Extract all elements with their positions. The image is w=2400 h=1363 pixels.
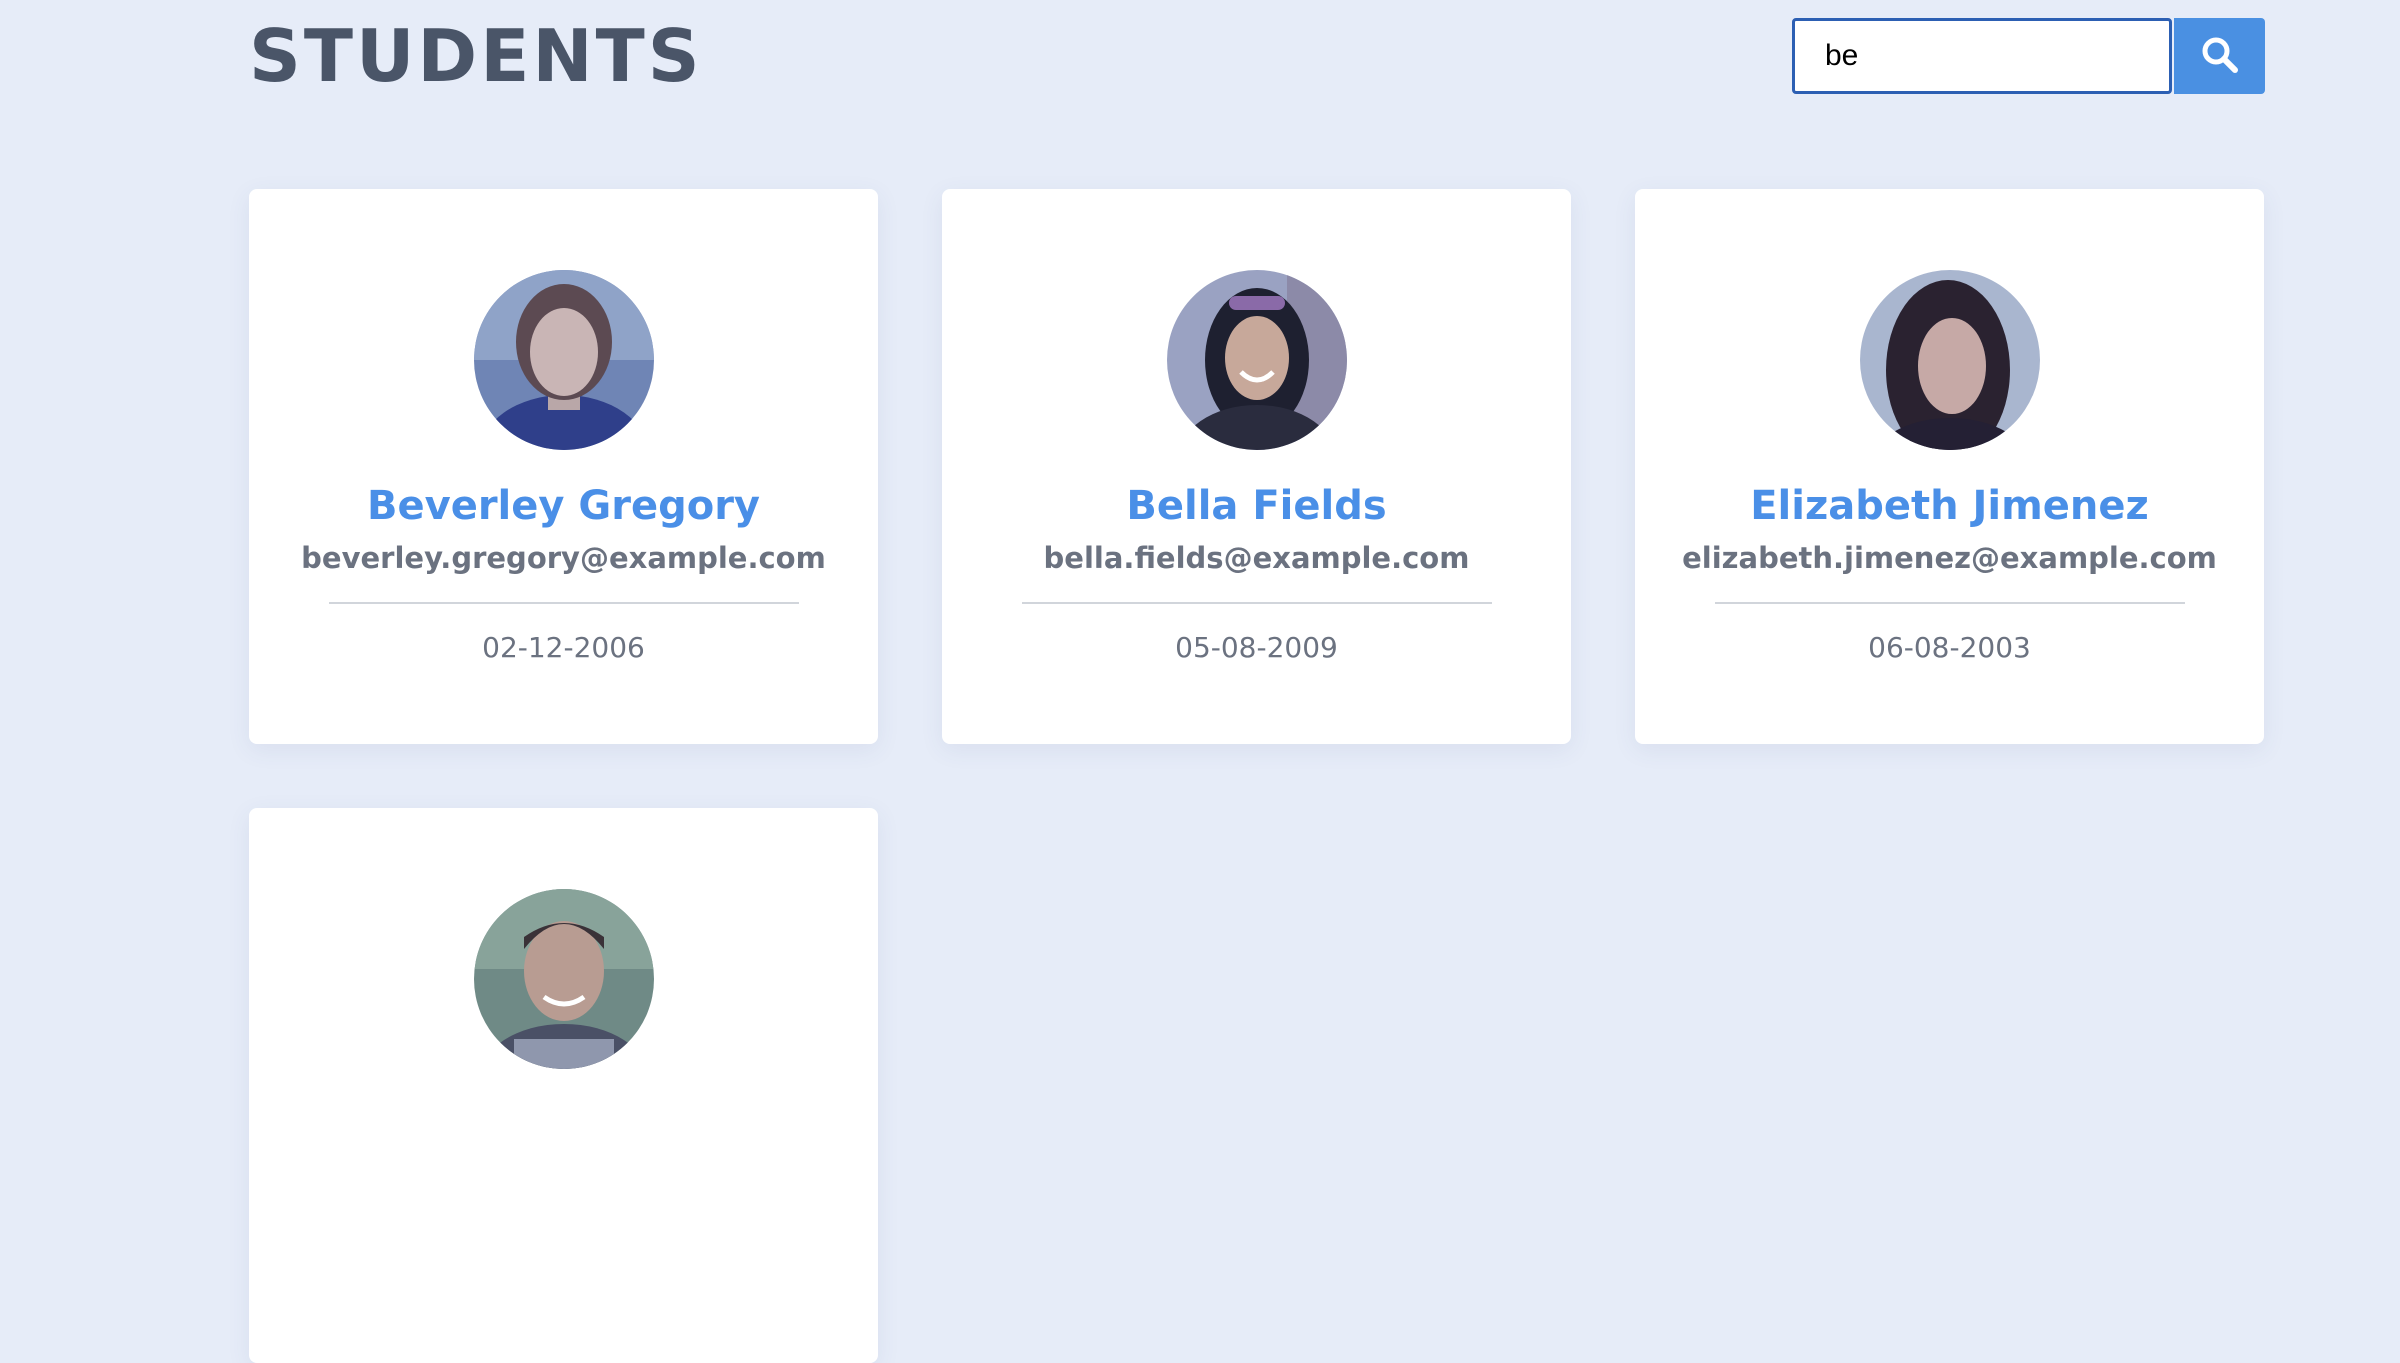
student-email: bella.fields@example.com xyxy=(1043,541,1470,575)
student-email: beverley.gregory@example.com xyxy=(301,541,826,575)
student-email: elizabeth.jimenez@example.com xyxy=(1682,541,2217,575)
student-card[interactable] xyxy=(249,808,878,1363)
search-button[interactable] xyxy=(2174,18,2265,94)
student-dob: 05-08-2009 xyxy=(1175,631,1338,664)
divider xyxy=(1714,602,2185,604)
student-name: Beverley Gregory xyxy=(367,483,760,529)
student-dob: 06-08-2003 xyxy=(1868,631,2031,664)
divider xyxy=(328,602,799,604)
avatar xyxy=(473,889,654,1069)
student-grid: Beverley Gregory beverley.gregory@exampl… xyxy=(249,189,2265,1363)
page-title: STUDENTS xyxy=(249,14,703,98)
student-card[interactable]: Beverley Gregory beverley.gregory@exampl… xyxy=(249,189,878,744)
search-icon xyxy=(2201,36,2239,77)
divider xyxy=(1021,602,1492,604)
student-name: Elizabeth Jimenez xyxy=(1750,483,2149,529)
student-name: Bella Fields xyxy=(1126,483,1387,529)
student-dob: 02-12-2006 xyxy=(482,631,645,664)
page-header: STUDENTS xyxy=(249,0,2265,110)
student-card[interactable]: Bella Fields bella.fields@example.com 05… xyxy=(942,189,1571,744)
avatar xyxy=(473,270,654,450)
search-bar xyxy=(1792,18,2265,94)
avatar xyxy=(1859,270,2040,450)
search-input[interactable] xyxy=(1792,18,2172,94)
avatar xyxy=(1166,270,1347,450)
student-card[interactable]: Elizabeth Jimenez elizabeth.jimenez@exam… xyxy=(1635,189,2264,744)
